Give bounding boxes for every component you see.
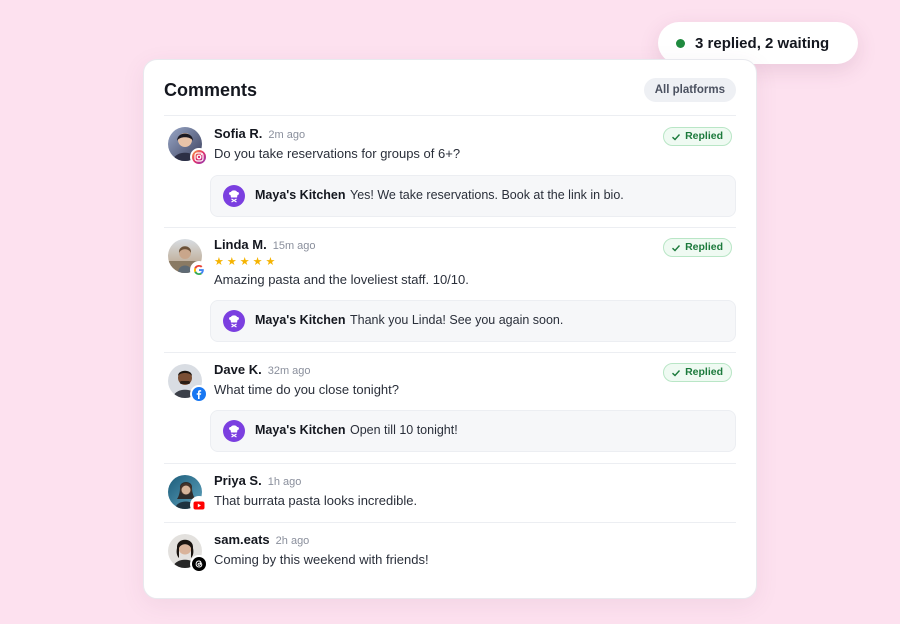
chef-icon	[223, 420, 245, 442]
divider	[164, 115, 736, 116]
chef-icon	[223, 310, 245, 332]
reply-text: Open till 10 tonight!	[350, 423, 458, 437]
threads-icon	[190, 555, 208, 573]
replied-badge: Replied	[663, 238, 732, 257]
comment-time: 1h ago	[267, 476, 302, 488]
comment-author: Dave K. 32m ago	[214, 362, 311, 377]
replied-label: Replied	[685, 366, 723, 378]
reply-author: Maya's Kitchen	[255, 313, 346, 327]
comment-author: Sofia R. 2m ago	[214, 126, 305, 141]
comment-time: 2h ago	[275, 535, 310, 547]
comment-text: Do you take reservations for groups of 6…	[214, 146, 461, 161]
status-dot	[676, 38, 685, 48]
reply-author: Maya's Kitchen	[255, 188, 346, 202]
author-name: Sofia R.	[214, 126, 263, 141]
comment-item[interactable]: Dave K. 32m ago What time do you close to…	[164, 362, 736, 462]
comment-item[interactable]: Sofia R. 2m ago Do you take reservations …	[164, 126, 736, 226]
chef-icon	[223, 185, 245, 207]
comment-text: That burrata pasta looks incredible.	[214, 493, 418, 508]
comment-item[interactable]: Priya S. 1h ago That burrata pasta looks …	[164, 473, 736, 518]
reply-box: Maya's Kitchen Yes! We take reservations…	[210, 175, 736, 217]
comments-card: Comments All platforms Sofia R. 2m ago Do…	[143, 59, 757, 599]
author-name: Priya S.	[214, 473, 262, 488]
author-name: sam.eats	[214, 532, 270, 547]
platform-filter-button[interactable]: All platforms	[643, 78, 736, 102]
comment-text: What time do you close tonight?	[214, 382, 399, 397]
comment-time: 15m ago	[272, 240, 316, 252]
divider	[164, 352, 736, 353]
reply-box: Maya's Kitchen Open till 10 tonight!	[210, 410, 736, 452]
comment-item[interactable]: sam.eats 2h ago Coming by this weekend wi…	[164, 532, 736, 577]
reply-status-summary: 3 replied, 2 waiting	[658, 22, 858, 64]
comment-text: Amazing pasta and the loveliest staff. 1…	[214, 272, 469, 287]
comment-time: 32m ago	[267, 365, 311, 377]
instagram-icon	[190, 148, 208, 166]
replied-badge: Replied	[663, 363, 732, 382]
google-icon	[190, 261, 208, 279]
reply-text: Thank you Linda! See you again soon.	[350, 313, 564, 327]
comment-time: 2m ago	[268, 129, 306, 141]
facebook-icon	[190, 385, 208, 403]
check-icon	[672, 369, 681, 376]
check-icon	[672, 133, 681, 140]
replied-badge: Replied	[663, 127, 732, 146]
page-title: Comments	[164, 80, 258, 100]
divider	[164, 463, 736, 464]
divider	[164, 522, 736, 523]
comment-item[interactable]: Linda M. 15m ago ★★★★★ Amazing pasta and …	[164, 237, 736, 347]
comment-author: Linda M. 15m ago	[214, 237, 316, 252]
reply-text: Yes! We take reservations. Book at the l…	[350, 188, 624, 202]
check-icon	[672, 244, 681, 251]
star-rating: ★★★★★	[214, 256, 279, 268]
replied-label: Replied	[685, 130, 723, 142]
author-name: Linda M.	[214, 237, 267, 252]
comment-author: sam.eats 2h ago	[214, 532, 309, 547]
comment-author: Priya S. 1h ago	[214, 473, 301, 488]
replied-label: Replied	[685, 241, 723, 253]
reply-box: Maya's Kitchen Thank you Linda! See you …	[210, 300, 736, 342]
youtube-icon	[190, 496, 208, 514]
comment-text: Coming by this weekend with friends!	[214, 552, 429, 567]
divider	[164, 227, 736, 228]
author-name: Dave K.	[214, 362, 262, 377]
reply-author: Maya's Kitchen	[255, 423, 346, 437]
status-text: 3 replied, 2 waiting	[695, 34, 830, 52]
